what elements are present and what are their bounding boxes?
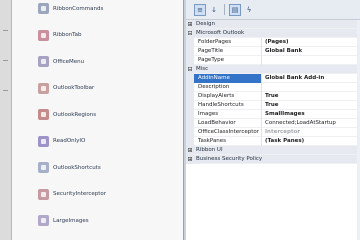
category-label: Misc [196, 66, 209, 72]
property-row[interactable]: PageType [186, 55, 360, 65]
property-value[interactable] [262, 83, 265, 92]
component-icon [38, 29, 49, 41]
component-item[interactable]: RibbonCommands [38, 3, 103, 14]
category-label: Business Security Policy [196, 156, 263, 162]
row-gutter [186, 55, 194, 65]
property-name: PageTitle [194, 46, 262, 56]
component-icon [38, 215, 49, 226]
component-label: SecurityInterceptor [53, 191, 107, 197]
row-gutter [186, 118, 194, 128]
property-name: LoadBehavior [194, 118, 262, 128]
property-value[interactable]: True [262, 101, 279, 110]
component-label: ReadOnlyIO [53, 138, 86, 144]
property-name: FolderPages [194, 37, 262, 47]
component-label: OutlookShortcuts [53, 164, 101, 171]
component-icon [38, 188, 49, 200]
properties-toolbar: ≡ ↓ ▤ ϟ [186, 0, 360, 20]
component-label: RibbonTab [53, 32, 82, 38]
property-value[interactable]: Global Bank Add-in [262, 74, 324, 83]
property-row[interactable]: TaskPanes (Task Panes) [186, 136, 360, 146]
row-gutter [186, 91, 194, 101]
property-name: Images [194, 109, 262, 119]
component-item[interactable]: OfficeMenu [38, 56, 84, 67]
properties-icon: ▤ [231, 5, 239, 14]
expander-icon[interactable]: ⊞ [186, 154, 194, 164]
category-label: Design [196, 21, 215, 27]
component-icon [38, 109, 49, 120]
component-label: OutlookToolbar [53, 85, 95, 91]
component-icon [38, 162, 49, 173]
component-item[interactable]: ReadOnlyIO [38, 135, 86, 147]
row-gutter [186, 73, 194, 83]
property-name: DisplayAlerts [194, 91, 262, 101]
property-value[interactable]: True [262, 92, 279, 101]
strip-tick [3, 30, 8, 31]
component-item[interactable]: OutlookShortcuts [38, 162, 101, 173]
component-item[interactable]: OutlookRegions [38, 109, 96, 120]
alphabetical-button[interactable]: ↓ [208, 4, 220, 16]
property-name: TaskPanes [194, 136, 262, 146]
property-name: HandleShortcuts [194, 100, 262, 110]
property-name: Description [194, 82, 262, 92]
property-value[interactable]: Global Bank [262, 47, 302, 56]
alphabetical-icon: ↓ [211, 5, 217, 14]
strip-tick [3, 60, 8, 61]
component-label: LargeImages [53, 217, 89, 224]
row-gutter [186, 37, 194, 47]
row-gutter [186, 100, 194, 110]
left-toolbox-strip [0, 0, 12, 240]
property-value[interactable]: Interceptor [262, 128, 300, 137]
property-value[interactable]: (Task Panes) [262, 137, 304, 146]
property-grid: ⊞ Design ⊟ Microsoft Outlook FolderPages (Pag… [186, 19, 360, 164]
category-label: Microsoft Outlook [196, 30, 245, 36]
row-gutter [186, 127, 194, 137]
categorized-icon: ≡ [197, 5, 203, 14]
component-icon [38, 3, 49, 14]
component-icon [38, 135, 49, 147]
row-gutter [186, 46, 194, 56]
category-label: Ribbon UI [196, 147, 223, 153]
component-icon [38, 82, 49, 94]
property-name: OfficeClassInterceptor [194, 127, 262, 137]
component-label: RibbonCommands [53, 5, 104, 12]
component-label: OutlookRegions [53, 111, 97, 118]
row-gutter [186, 82, 194, 92]
property-category[interactable]: ⊞ Ribbon UI [186, 145, 360, 155]
properties-window: ≡ ↓ ▤ ϟ ⊞ Design ⊟ Microsoft Outlook FolderP… [186, 0, 360, 240]
component-icon [38, 56, 49, 67]
component-item[interactable]: OutlookToolbar [38, 82, 95, 94]
designer-component-tray: RibbonCommands RibbonTab OfficeMenu Outlook… [12, 0, 184, 240]
component-item[interactable]: RibbonTab [38, 29, 82, 41]
events-icon: ϟ [246, 5, 252, 14]
categorized-button[interactable]: ≡ [194, 3, 206, 16]
component-item[interactable]: SecurityInterceptor [38, 188, 107, 200]
row-gutter [186, 136, 194, 146]
events-button[interactable]: ϟ [243, 4, 255, 16]
expander-icon[interactable]: ⊟ [186, 64, 194, 74]
expander-icon[interactable]: ⊞ [186, 145, 194, 155]
property-value[interactable] [262, 56, 265, 65]
property-value[interactable]: Connected;LoadAtStartup [262, 119, 336, 128]
property-value[interactable]: (Pages) [262, 38, 289, 47]
property-category[interactable]: ⊞ Design [186, 19, 360, 29]
row-gutter [186, 109, 194, 119]
strip-tick [3, 90, 8, 91]
component-label: OfficeMenu [53, 58, 85, 65]
properties-button[interactable]: ▤ [229, 3, 241, 16]
property-category[interactable]: ⊞ Business Security Policy [186, 154, 360, 164]
property-name: AddinName [194, 73, 262, 83]
expander-icon[interactable]: ⊟ [186, 28, 194, 38]
property-value[interactable]: SmallImages [262, 110, 305, 119]
component-item[interactable]: LargeImages [38, 215, 89, 226]
property-name: PageType [194, 55, 262, 65]
toolbar-separator [224, 4, 225, 15]
expander-icon[interactable]: ⊞ [186, 19, 194, 29]
